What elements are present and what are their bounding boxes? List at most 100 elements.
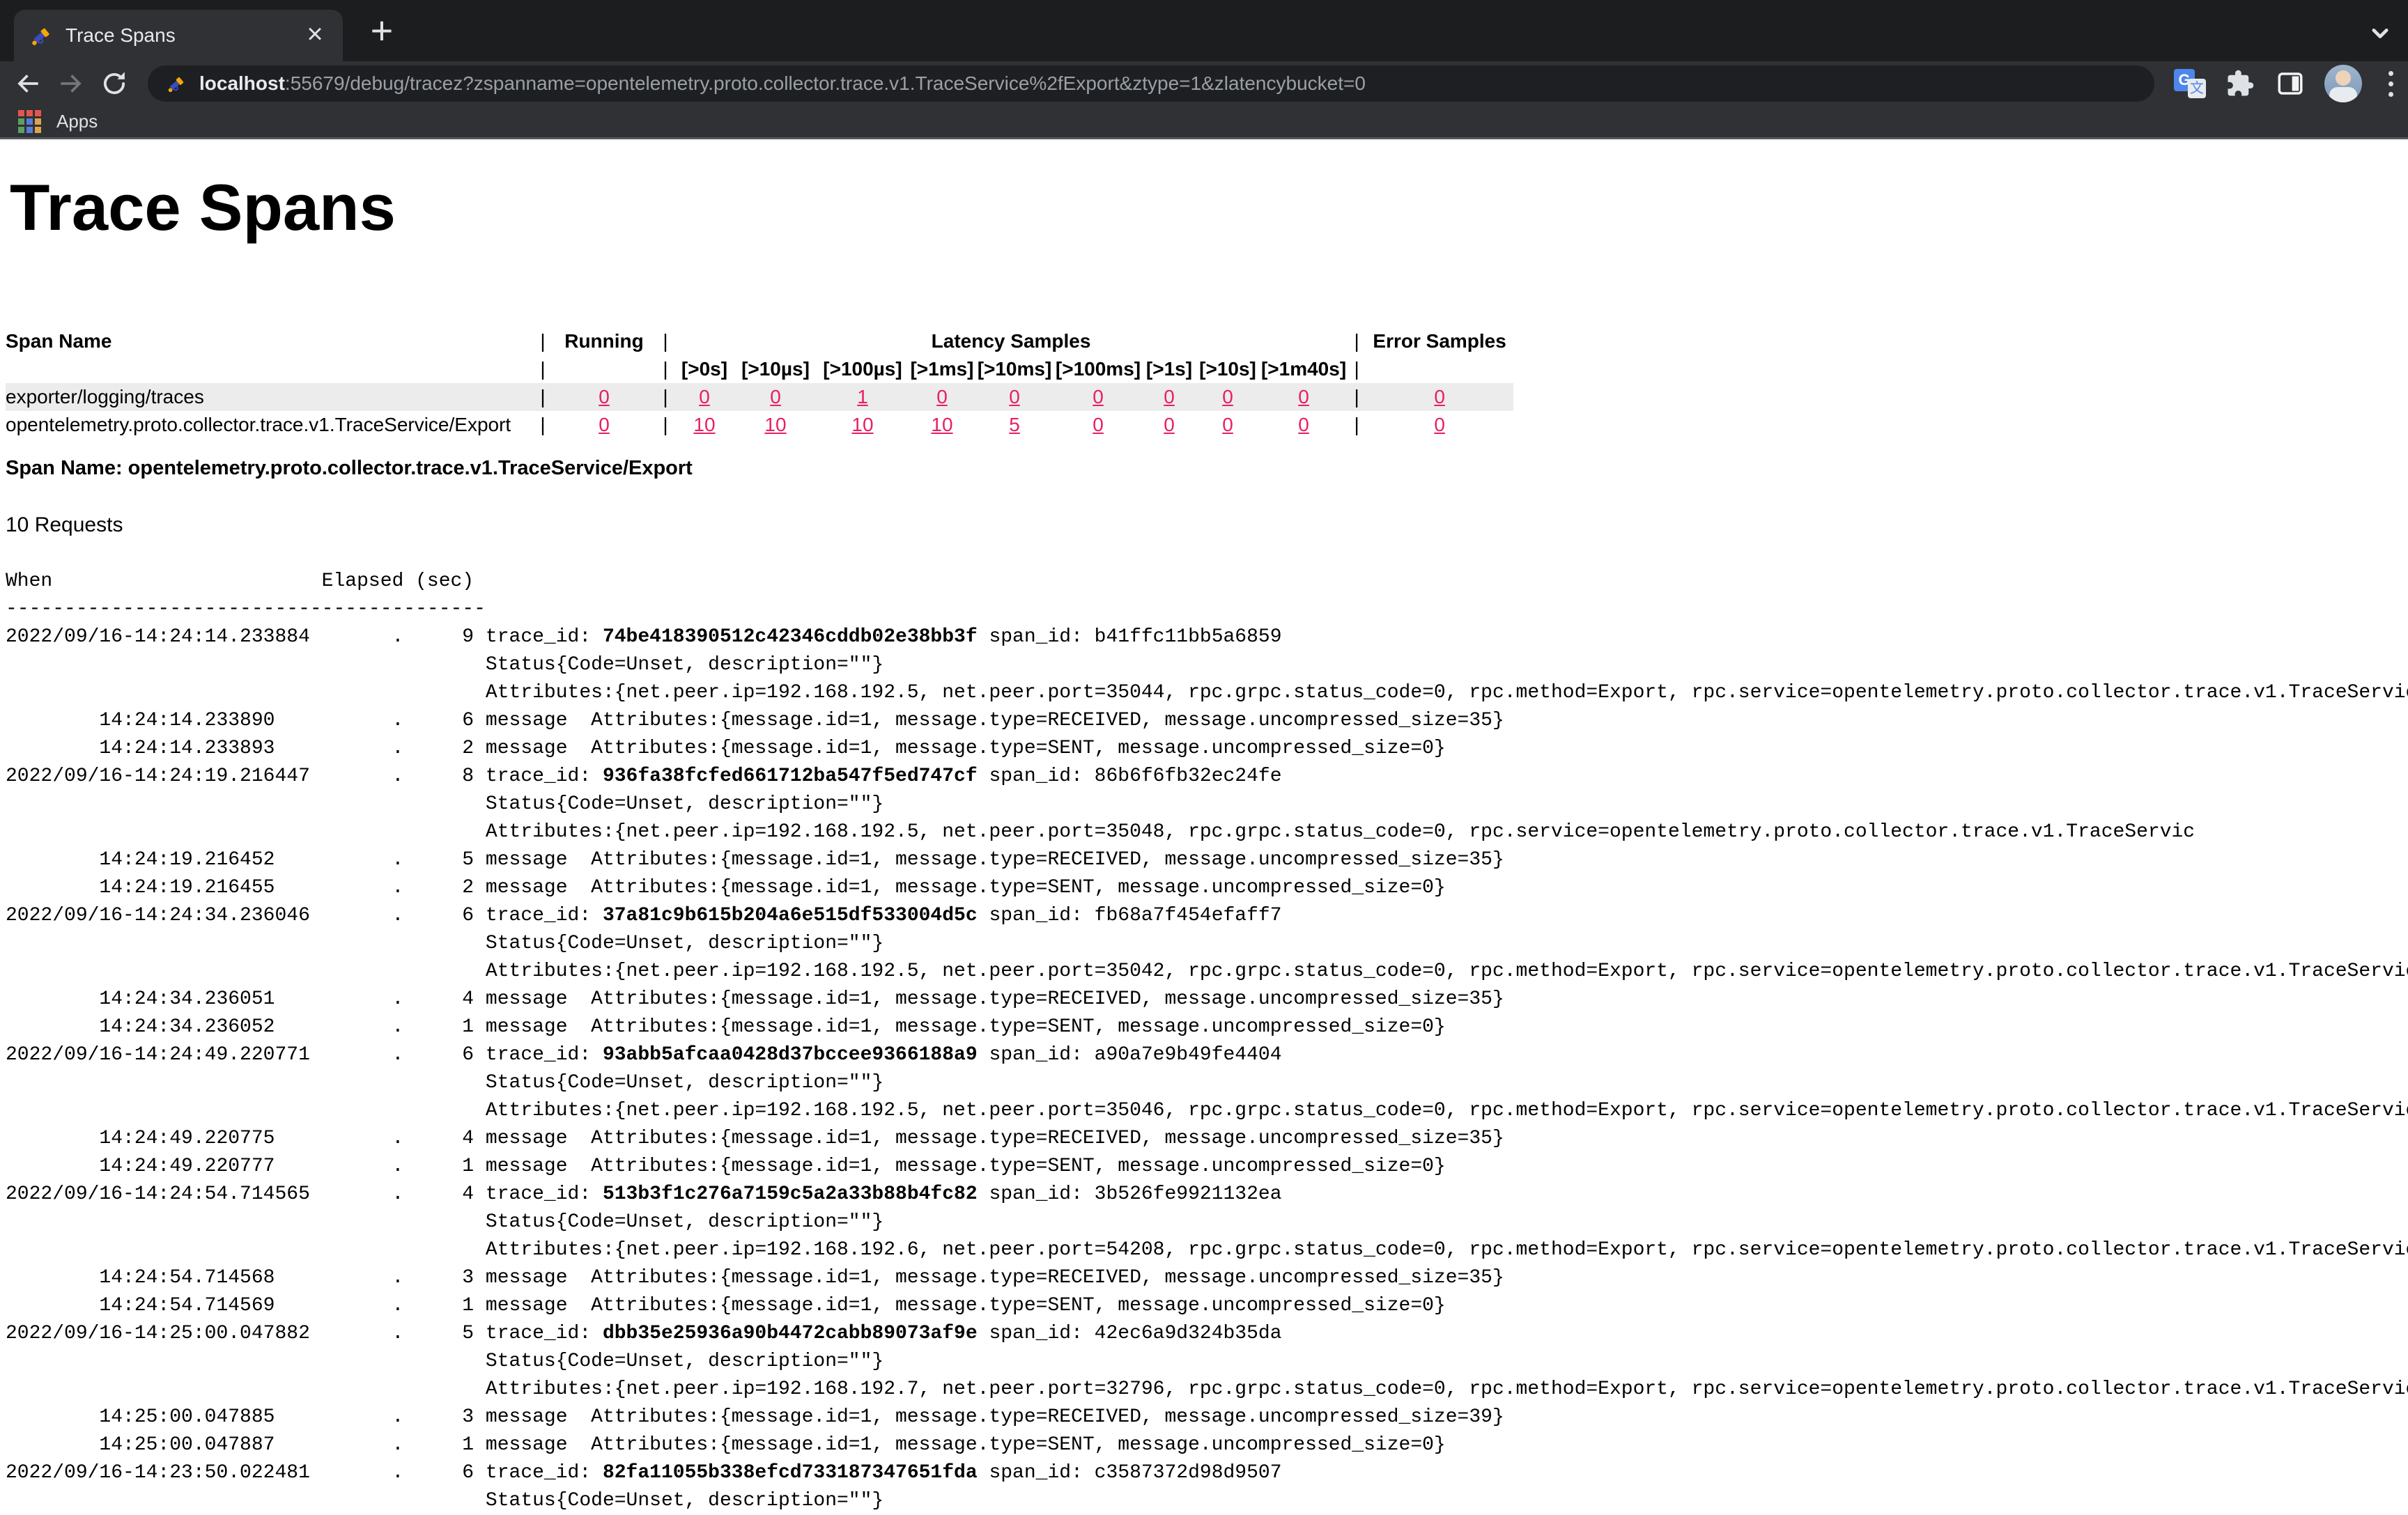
latency-cell: 0 (1143, 411, 1196, 439)
latency-bucket-label: [>1ms] (909, 355, 975, 383)
latency-count-link[interactable]: 10 (764, 414, 786, 435)
apps-grid-icon (18, 110, 41, 133)
latency-count-link[interactable]: 0 (1093, 414, 1104, 435)
log-line: Attributes:{net.peer.ip=192.168.192.5, n… (6, 958, 2408, 986)
latency-count-link[interactable]: 0 (770, 386, 781, 407)
error-count-link[interactable]: 0 (1434, 414, 1445, 435)
col-running: Running (552, 327, 656, 355)
latency-cell: 0 (1260, 383, 1348, 411)
log-line: Attributes:{net.peer.ip=192.168.192.5, n… (6, 818, 2408, 846)
latency-cell: 0 (1143, 383, 1196, 411)
latency-count-link[interactable]: 0 (1093, 386, 1104, 407)
latency-cell: 0 (909, 383, 975, 411)
avatar-head-shape (2336, 70, 2351, 86)
selected-span-name: Span Name: opentelemetry.proto.collector… (6, 457, 2408, 480)
log-line: 14:25:00.047887 . 1 message Attributes:{… (6, 1431, 2408, 1459)
latency-cell: 0 (1260, 411, 1348, 439)
span-name-cell: exporter/logging/traces (6, 383, 534, 411)
side-panel-icon (2276, 69, 2305, 98)
latency-count-link[interactable]: 10 (931, 414, 952, 435)
column-separator: | (656, 383, 674, 411)
column-separator: | (656, 355, 674, 383)
log-line: 2022/09/16-14:24:49.220771 . 6 trace_id:… (6, 1041, 2408, 1069)
running-count-link[interactable]: 0 (599, 414, 610, 435)
latency-count-link[interactable]: 0 (1222, 386, 1233, 407)
page-content: Trace Spans Span Name|Running|Latency Sa… (0, 170, 2408, 1515)
column-separator: | (1348, 383, 1366, 411)
log-line: 2022/09/16-14:24:14.233884 . 9 trace_id:… (6, 623, 2408, 651)
forward-arrow-icon (56, 68, 86, 99)
latency-bucket-label: [>1m40s] (1260, 355, 1348, 383)
browser-toolbar: localhost:55679/debug/tracez?zspanname=o… (0, 61, 2408, 106)
column-separator: | (534, 383, 552, 411)
log-line: 14:24:54.714569 . 1 message Attributes:{… (6, 1292, 2408, 1320)
latency-count-link[interactable]: 0 (699, 386, 710, 407)
log-line: 14:24:14.233893 . 2 message Attributes:{… (6, 735, 2408, 763)
bucket-header-row: ||[>0s][>10µs][>100µs][>1ms][>10ms][>100… (6, 355, 1513, 383)
latency-count-link[interactable]: 0 (936, 386, 948, 407)
latency-count-link[interactable]: 0 (1298, 386, 1309, 407)
col-span-name: Span Name (6, 327, 534, 355)
latency-count-link[interactable]: 10 (693, 414, 715, 435)
log-line: Status{Code=Unset, description=""} (6, 1209, 2408, 1236)
log-line: 14:24:54.714568 . 3 message Attributes:{… (6, 1264, 2408, 1292)
back-button[interactable] (11, 67, 45, 100)
column-separator: | (534, 411, 552, 439)
table-header-row: Span Name|Running|Latency Samples|Error … (6, 327, 1513, 355)
reload-button[interactable] (98, 67, 131, 100)
log-line: Status{Code=Unset, description=""} (6, 791, 2408, 818)
log-divider: ----------------------------------------… (6, 596, 2408, 623)
column-separator: | (1348, 411, 1366, 439)
log-line: Attributes:{net.peer.ip=192.168.192.7, n… (6, 1376, 2408, 1404)
side-panel-button[interactable] (2274, 68, 2306, 100)
url-bar[interactable]: localhost:55679/debug/tracez?zspanname=o… (148, 65, 2154, 102)
translate-icon-secondary: 文 (2188, 79, 2206, 98)
latency-count-link[interactable]: 1 (857, 386, 868, 407)
log-line: 14:24:19.216455 . 2 message Attributes:{… (6, 874, 2408, 902)
log-line: 2022/09/16-14:23:50.022481 . 6 trace_id:… (6, 1459, 2408, 1487)
latency-cell: 0 (1196, 383, 1260, 411)
latency-bucket-label: [>0s] (674, 355, 734, 383)
latency-cell: 0 (1054, 411, 1143, 439)
translate-button[interactable]: G 文 (2174, 68, 2206, 100)
log-line: Attributes:{net.peer.ip=192.168.192.5, n… (6, 1097, 2408, 1125)
browser-tab[interactable]: Trace Spans × (14, 10, 343, 61)
url-host: localhost (199, 72, 285, 94)
new-tab-button[interactable]: + (360, 10, 404, 54)
forward-button[interactable] (54, 67, 88, 100)
latency-cell: 10 (909, 411, 975, 439)
log-line: 14:24:14.233890 . 6 message Attributes:{… (6, 707, 2408, 735)
page-title: Trace Spans (10, 170, 2408, 245)
latency-count-link[interactable]: 0 (1298, 414, 1309, 435)
extensions-button[interactable] (2224, 68, 2256, 100)
latency-count-link[interactable]: 10 (851, 414, 873, 435)
tab-close-icon[interactable]: × (300, 20, 330, 51)
bookmark-apps[interactable]: Apps (56, 111, 98, 132)
latency-cell: 10 (817, 411, 909, 439)
column-separator: | (534, 355, 552, 383)
latency-cell: 5 (975, 411, 1054, 439)
latency-count-link[interactable]: 5 (1009, 414, 1020, 435)
log-line: 2022/09/16-14:25:00.047882 . 5 trace_id:… (6, 1320, 2408, 1348)
puzzle-icon (2225, 69, 2255, 98)
back-arrow-icon (13, 68, 43, 99)
latency-count-link[interactable]: 0 (1164, 386, 1175, 407)
bookmarks-bar: Apps (0, 106, 2408, 139)
column-separator: | (534, 327, 552, 355)
latency-cell: 10 (674, 411, 734, 439)
error-count-link[interactable]: 0 (1434, 386, 1445, 407)
latency-count-link[interactable]: 0 (1164, 414, 1175, 435)
opentelemetry-favicon-icon (29, 24, 53, 47)
latency-cell: 1 (817, 383, 909, 411)
latency-count-link[interactable]: 0 (1222, 414, 1233, 435)
log-column-header: When Elapsed (sec) (6, 568, 2408, 596)
tab-search-chevron-icon[interactable] (2365, 18, 2395, 49)
browser-window: { "browser": { "tab": { "title": "Trace … (0, 0, 2408, 1505)
browser-menu-button[interactable] (2380, 71, 2401, 97)
profile-avatar[interactable] (2324, 65, 2362, 102)
latency-count-link[interactable]: 0 (1009, 386, 1020, 407)
running-count-link[interactable]: 0 (599, 386, 610, 407)
latency-bucket-label: [>100ms] (1054, 355, 1143, 383)
latency-cell: 10 (734, 411, 817, 439)
column-separator: | (656, 327, 674, 355)
